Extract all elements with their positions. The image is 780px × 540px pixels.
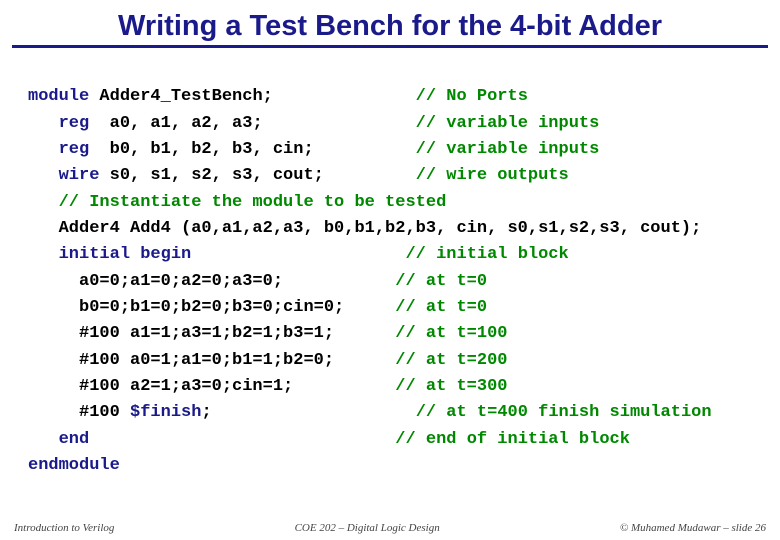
- code-line: b0=0;b1=0;b2=0;b3=0;cin=0; // at t=0: [28, 298, 487, 317]
- keyword: $finish: [130, 403, 201, 422]
- comment: // Instantiate the module to be tested: [28, 193, 446, 212]
- slide-title: Writing a Test Bench for the 4-bit Adder: [0, 0, 780, 45]
- code-line: a0=0;a1=0;a2=0;a3=0; // at t=0: [28, 272, 487, 291]
- code-line: endmodule: [28, 456, 120, 475]
- code-text: s0, s1, s2, s3, cout;: [99, 166, 415, 185]
- comment: // initial block: [405, 245, 568, 264]
- code-line: // Instantiate the module to be tested: [28, 193, 446, 212]
- comment: // variable inputs: [416, 140, 600, 159]
- comment: // wire outputs: [416, 166, 569, 185]
- comment: // variable inputs: [416, 114, 600, 133]
- code-text: [89, 430, 395, 449]
- keyword: endmodule: [28, 456, 120, 475]
- comment: // at t=0: [395, 298, 487, 317]
- comment: // at t=400 finish simulation: [416, 403, 712, 422]
- comment: // at t=100: [395, 324, 507, 343]
- code-line: module Adder4_TestBench; // No Ports: [28, 87, 528, 106]
- code-text: b0, b1, b2, b3, cin;: [89, 140, 415, 159]
- title-underline: [12, 45, 768, 48]
- keyword: reg: [28, 140, 89, 159]
- code-line: #100 $finish; // at t=400 finish simulat…: [28, 403, 712, 422]
- code-text: [191, 245, 405, 264]
- code-line: #100 a2=1;a3=0;cin=1; // at t=300: [28, 377, 507, 396]
- keyword: end: [28, 430, 89, 449]
- code-line: end // end of initial block: [28, 430, 630, 449]
- code-line: wire s0, s1, s2, s3, cout; // wire outpu…: [28, 166, 569, 185]
- code-text: #100: [28, 403, 130, 422]
- code-text: #100 a0=1;a1=0;b1=1;b2=0;: [28, 351, 395, 370]
- code-line: reg b0, b1, b2, b3, cin; // variable inp…: [28, 140, 599, 159]
- comment: // at t=200: [395, 351, 507, 370]
- code-text: ;: [201, 403, 415, 422]
- code-line: reg a0, a1, a2, a3; // variable inputs: [28, 114, 599, 133]
- code-text: a0, a1, a2, a3;: [89, 114, 415, 133]
- code-line: initial begin // initial block: [28, 245, 569, 264]
- code-text: Adder4_TestBench;: [89, 87, 415, 106]
- keyword: module: [28, 87, 89, 106]
- footer-left: Introduction to Verilog: [14, 522, 114, 534]
- code-block: module Adder4_TestBench; // No Ports reg…: [0, 54, 780, 480]
- code-text: Adder4 Add4 (a0,a1,a2,a3, b0,b1,b2,b3, c…: [28, 219, 701, 238]
- code-text: a0=0;a1=0;a2=0;a3=0;: [28, 272, 395, 291]
- keyword: reg: [28, 114, 89, 133]
- comment: // at t=0: [395, 272, 487, 291]
- code-text: #100 a2=1;a3=0;cin=1;: [28, 377, 395, 396]
- comment: // at t=300: [395, 377, 507, 396]
- footer-center: COE 202 – Digital Logic Design: [114, 522, 619, 534]
- footer-right: © Muhamed Mudawar – slide 26: [620, 522, 766, 534]
- code-line: #100 a1=1;a3=1;b2=1;b3=1; // at t=100: [28, 324, 507, 343]
- code-text: b0=0;b1=0;b2=0;b3=0;cin=0;: [28, 298, 395, 317]
- slide-footer: Introduction to Verilog COE 202 – Digita…: [0, 522, 780, 534]
- comment: // end of initial block: [395, 430, 630, 449]
- keyword: wire: [28, 166, 99, 185]
- keyword: initial begin: [28, 245, 191, 264]
- comment: // No Ports: [416, 87, 528, 106]
- code-text: #100 a1=1;a3=1;b2=1;b3=1;: [28, 324, 395, 343]
- code-line: #100 a0=1;a1=0;b1=1;b2=0; // at t=200: [28, 351, 507, 370]
- code-line: Adder4 Add4 (a0,a1,a2,a3, b0,b1,b2,b3, c…: [28, 219, 701, 238]
